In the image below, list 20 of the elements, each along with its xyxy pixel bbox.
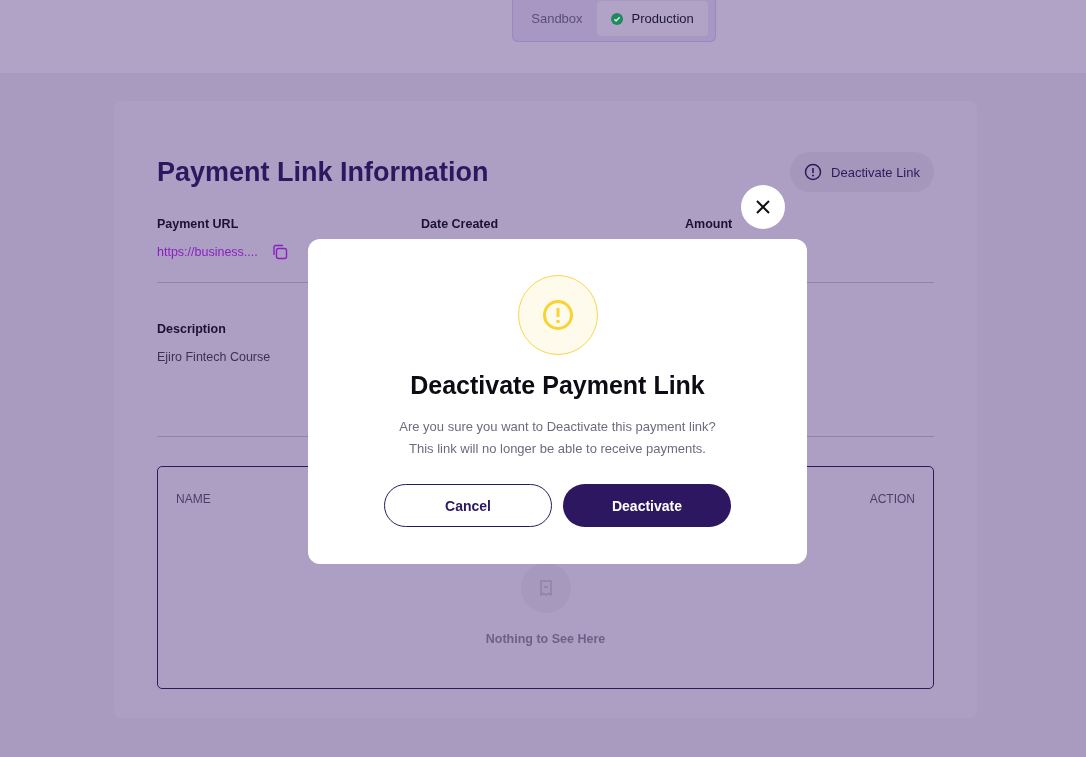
- deactivate-button[interactable]: Deactivate: [563, 484, 731, 527]
- modal-title: Deactivate Payment Link: [410, 371, 705, 400]
- field-label: Amount: [685, 217, 734, 231]
- cancel-button[interactable]: Cancel: [384, 484, 552, 527]
- modal-message: Are you sure you want to Deactivate this payment link? This link will no longer be able to receive payments.: [399, 418, 716, 458]
- column-header: ACTION: [869, 492, 915, 506]
- description-text: Ejiro Fintech Course: [157, 350, 272, 364]
- column-header: NAME: [176, 492, 211, 506]
- page-title: Payment Link Information: [157, 156, 489, 188]
- field-label: Description: [157, 322, 227, 336]
- check-icon: [610, 12, 623, 25]
- copy-icon[interactable]: [271, 244, 288, 260]
- field-label: Date Created: [421, 217, 500, 231]
- close-icon: [756, 200, 770, 214]
- alert-icon: [804, 163, 823, 181]
- empty-state-text: Nothing to See Here: [485, 632, 606, 646]
- receipt-icon: [520, 563, 571, 613]
- deactivate-link-button[interactable]: Deactivate Link: [790, 152, 934, 192]
- field-label: Payment URL: [157, 217, 240, 231]
- environment-tab[interactable]: Production: [596, 1, 708, 36]
